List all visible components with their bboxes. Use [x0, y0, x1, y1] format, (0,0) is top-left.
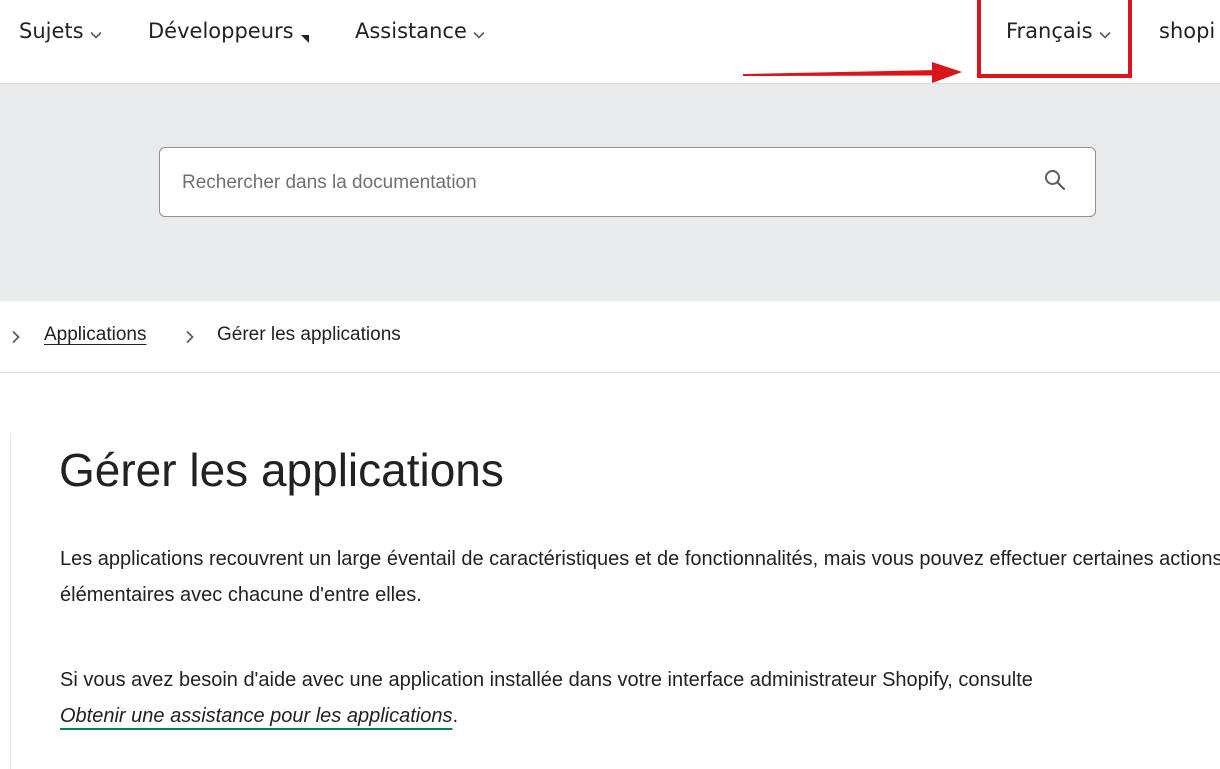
nav-item-assistance[interactable]: Assistance [355, 17, 485, 45]
support-link[interactable]: Obtenir une assistance pour les applicat… [60, 705, 452, 727]
nav-item-developpeurs[interactable]: Développeurs [148, 17, 310, 45]
chevron-down-icon [473, 18, 485, 46]
page-title: Gérer les applications [59, 444, 504, 496]
nav-item-label: Sujets [19, 19, 84, 43]
breadcrumb: Applications Gérer les applications [0, 301, 1220, 373]
breadcrumb-current: Gérer les applications [217, 324, 401, 345]
chevron-down-icon [90, 18, 102, 46]
language-label: Français [1006, 19, 1093, 43]
search-box [159, 147, 1096, 218]
chevron-right-icon [11, 330, 21, 349]
nav-item-label: Assistance [355, 19, 467, 43]
paragraph-text: Si vous avez besoin d'aide avec une appl… [60, 669, 1033, 691]
search-icon[interactable] [1043, 168, 1067, 197]
chevron-down-icon [1098, 18, 1111, 46]
shopify-link[interactable]: shopi [1159, 17, 1215, 45]
language-selector[interactable]: Français [1006, 17, 1111, 45]
external-link-icon [300, 23, 310, 51]
nav-item-sujets[interactable]: Sujets [19, 17, 102, 45]
shopify-link-label: shopi [1159, 19, 1216, 43]
article-paragraph: Les applications recouvrent un large éve… [60, 548, 1220, 606]
search-input[interactable] [180, 148, 1024, 218]
article-paragraph: Si vous avez besoin d'aide avec une appl… [60, 662, 1220, 734]
top-navigation: Sujets Développeurs Assistance Français … [0, 0, 1220, 84]
article: Gérer les applications Les applications … [10, 433, 1220, 769]
search-section [0, 84, 1220, 301]
chevron-right-icon [185, 330, 195, 349]
paragraph-end: . [452, 705, 459, 727]
nav-item-label: Développeurs [148, 19, 294, 43]
breadcrumb-link-applications[interactable]: Applications [44, 324, 146, 346]
